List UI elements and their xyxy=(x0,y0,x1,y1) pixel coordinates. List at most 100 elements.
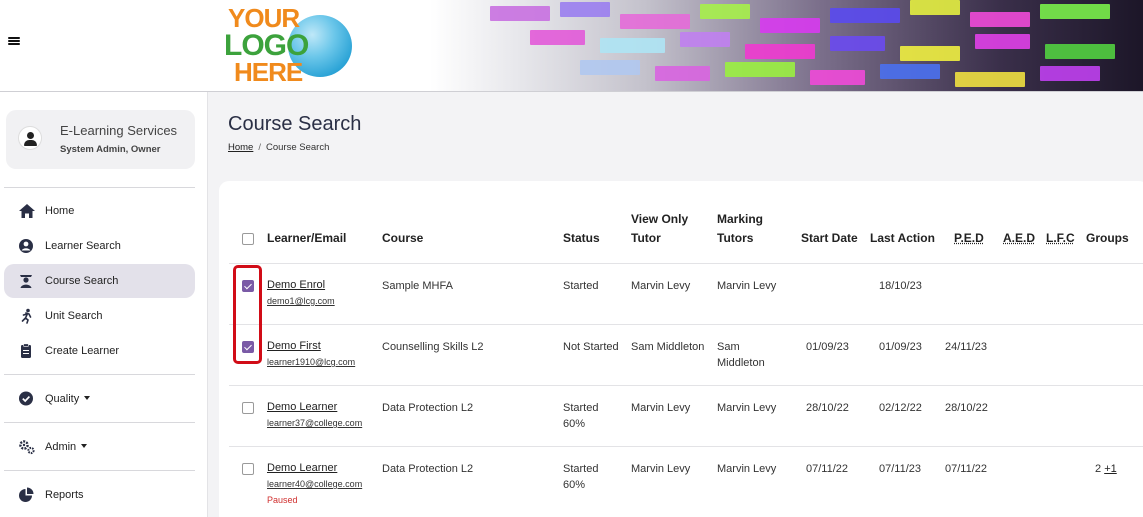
sidebar-item-label: Unit Search xyxy=(45,310,102,322)
user-circle-icon xyxy=(18,238,36,254)
row-divider xyxy=(229,324,1143,325)
ped-cell: 28/10/22 xyxy=(945,400,988,416)
start-date-cell: 07/11/22 xyxy=(806,461,848,477)
column-header-lfc[interactable]: L.F.C xyxy=(1046,229,1075,248)
column-header-start-date[interactable]: Start Date xyxy=(801,229,858,248)
column-header-view-only-tutor[interactable]: View Only Tutor xyxy=(631,210,688,248)
course-cell: Counselling Skills L2 xyxy=(382,339,484,355)
sidebar-item-admin[interactable]: Admin xyxy=(4,430,195,464)
row-divider xyxy=(229,446,1143,447)
column-header-last-action[interactable]: Last Action xyxy=(870,229,935,248)
header-banner-image xyxy=(430,0,1143,92)
clipboard-icon xyxy=(18,343,36,359)
gears-icon xyxy=(18,439,36,455)
sidebar: E-Learning Services System Admin, Owner … xyxy=(0,92,208,517)
course-cell: Sample MHFA xyxy=(382,278,453,294)
pie-chart-icon xyxy=(18,487,36,503)
sidebar-item-label: Admin xyxy=(45,441,87,453)
sidebar-divider xyxy=(4,422,195,423)
sidebar-item-home[interactable]: Home xyxy=(4,194,195,228)
breadcrumb-home-link[interactable]: Home xyxy=(228,142,253,153)
sidebar-item-label: Course Search xyxy=(45,275,118,287)
sidebar-divider xyxy=(4,374,195,375)
learner-email-link[interactable]: learner37@college.com xyxy=(267,418,362,428)
sidebar-divider xyxy=(4,187,195,188)
last-action-cell: 01/09/23 xyxy=(879,339,922,355)
chevron-down-icon xyxy=(84,396,90,400)
home-icon xyxy=(18,203,36,219)
learner-name-link[interactable]: Demo Learner xyxy=(267,401,337,413)
user-profile-card[interactable]: E-Learning Services System Admin, Owner xyxy=(6,110,195,169)
column-header-marking-tutors[interactable]: Marking Tutors xyxy=(717,210,763,248)
breadcrumb: Home / Course Search xyxy=(228,142,329,153)
view-tutor-cell: Marvin Levy xyxy=(631,278,690,294)
last-action-cell: 18/10/23 xyxy=(879,278,922,294)
groups-more-link[interactable]: +1 xyxy=(1104,463,1117,475)
user-avatar-icon xyxy=(18,126,42,150)
paused-status-label: Paused xyxy=(267,495,298,505)
logo-text-logo: LOGO xyxy=(224,33,308,59)
running-person-icon xyxy=(18,308,36,324)
row-checkbox[interactable] xyxy=(242,402,254,414)
marking-tutor-cell: Marvin Levy xyxy=(717,461,776,477)
sidebar-item-quality[interactable]: Quality xyxy=(4,382,195,416)
graduation-user-icon xyxy=(18,273,36,289)
sidebar-item-label: Create Learner xyxy=(45,345,119,357)
row-checkbox[interactable] xyxy=(242,463,254,475)
groups-cell: 2 +1 xyxy=(1095,461,1117,477)
last-action-cell: 02/12/22 xyxy=(879,400,922,416)
logo-text-your: YOUR xyxy=(228,5,299,31)
status-cell: Started 60% xyxy=(563,400,598,432)
course-cell: Data Protection L2 xyxy=(382,400,473,416)
sidebar-item-label: Learner Search xyxy=(45,240,121,252)
learner-email-link[interactable]: demo1@lcg.com xyxy=(267,296,335,306)
learner-email-link[interactable]: learner40@college.com xyxy=(267,479,362,489)
row-divider xyxy=(229,263,1143,264)
sidebar-divider xyxy=(4,470,195,471)
sidebar-item-course-search[interactable]: Course Search xyxy=(4,264,195,298)
column-header-learner-email[interactable]: Learner/Email xyxy=(267,229,346,248)
sidebar-item-label: Reports xyxy=(45,489,84,501)
status-cell: Not Started xyxy=(563,339,619,355)
learner-name-link[interactable]: Demo First xyxy=(267,340,321,352)
row-divider xyxy=(229,385,1143,386)
view-tutor-cell: Sam Middleton xyxy=(631,339,704,355)
course-cell: Data Protection L2 xyxy=(382,461,473,477)
view-tutor-cell: Marvin Levy xyxy=(631,400,690,416)
page-title: Course Search xyxy=(228,113,361,136)
sidebar-item-reports[interactable]: Reports xyxy=(4,478,195,512)
status-cell: Started xyxy=(563,278,598,294)
logo-text-here: HERE xyxy=(234,59,302,85)
breadcrumb-separator: / xyxy=(258,142,261,153)
marking-tutor-cell: Marvin Levy xyxy=(717,278,776,294)
chevron-down-icon xyxy=(81,444,87,448)
marking-tutor-cell: Marvin Levy xyxy=(717,400,776,416)
sidebar-item-label: Home xyxy=(45,205,74,217)
top-bar: YOUR LOGO HERE xyxy=(0,0,1143,92)
status-cell: Started 60% xyxy=(563,461,598,493)
check-circle-icon xyxy=(18,391,36,407)
sidebar-item-create-learner[interactable]: Create Learner xyxy=(4,334,195,368)
column-header-aed[interactable]: A.E.D xyxy=(1003,229,1035,248)
select-all-checkbox[interactable] xyxy=(242,233,254,245)
column-header-status[interactable]: Status xyxy=(563,229,600,248)
company-logo: YOUR LOGO HERE xyxy=(222,5,357,85)
learner-name-link[interactable]: Demo Learner xyxy=(267,462,337,474)
last-action-cell: 07/11/23 xyxy=(879,461,921,477)
sidebar-item-unit-search[interactable]: Unit Search xyxy=(4,299,195,333)
column-header-course[interactable]: Course xyxy=(382,229,423,248)
view-tutor-cell: Marvin Levy xyxy=(631,461,690,477)
breadcrumb-current: Course Search xyxy=(266,142,329,153)
column-header-groups[interactable]: Groups xyxy=(1086,229,1129,248)
sidebar-item-label: Quality xyxy=(45,393,90,405)
ped-cell: 24/11/23 xyxy=(945,339,987,355)
learner-email-link[interactable]: learner1910@lcg.com xyxy=(267,357,355,367)
column-header-ped[interactable]: P.E.D xyxy=(954,229,984,248)
profile-name: E-Learning Services xyxy=(60,123,177,138)
sidebar-item-learner-search[interactable]: Learner Search xyxy=(4,229,195,263)
start-date-cell: 28/10/22 xyxy=(806,400,849,416)
start-date-cell: 01/09/23 xyxy=(806,339,849,355)
hamburger-menu-icon[interactable] xyxy=(8,34,20,48)
profile-role: System Admin, Owner xyxy=(60,144,160,155)
learner-name-link[interactable]: Demo Enrol xyxy=(267,279,325,291)
